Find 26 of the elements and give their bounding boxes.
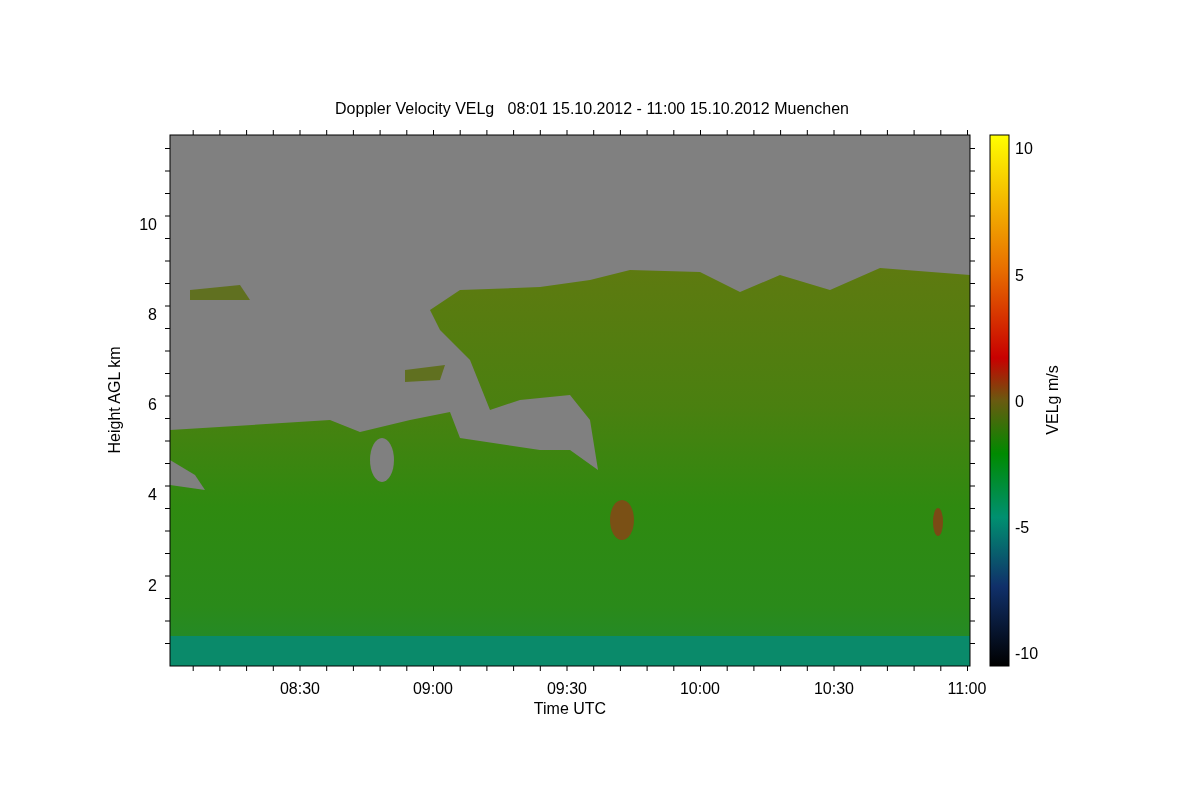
echo-fragment bbox=[190, 285, 250, 300]
x-tick-label: 09:30 bbox=[547, 680, 587, 697]
y-tick-label: 4 bbox=[148, 486, 157, 503]
colorbar-tick-label: -10 bbox=[1015, 645, 1039, 662]
x-axis-label: Time UTC bbox=[533, 700, 607, 717]
chart-title: Doppler Velocity VELg 08:01 15.10.2012 - 11:00 15.10.2012 Muenchen bbox=[335, 100, 849, 117]
y-tick-label: 6 bbox=[148, 396, 157, 413]
x-tick-label: 11:00 bbox=[947, 680, 987, 697]
x-tick-label: 08:30 bbox=[280, 680, 320, 697]
updraft-patch bbox=[933, 508, 943, 536]
no-signal-gap bbox=[170, 460, 205, 490]
y-axis-label: Height AGL km bbox=[106, 346, 123, 454]
colorbar-tick-label: 5 bbox=[1015, 267, 1024, 284]
x-tick-label: 09:00 bbox=[413, 680, 453, 697]
updraft-patch bbox=[610, 500, 634, 540]
x-tick-label: 10:30 bbox=[814, 680, 854, 697]
echo-fragment bbox=[405, 365, 445, 382]
colorbar-tick-label: 0 bbox=[1015, 393, 1024, 410]
x-tick-label: 10:00 bbox=[680, 680, 720, 697]
y-tick-label: 8 bbox=[148, 306, 157, 323]
y-tick-label: 2 bbox=[148, 577, 157, 594]
no-signal-gap bbox=[370, 438, 394, 482]
colorbar-label: VELg m/s bbox=[1044, 365, 1061, 435]
y-tick-label: 10 bbox=[139, 216, 157, 233]
colorbar-tick-label: 10 bbox=[1015, 140, 1033, 157]
colorbar-tick-label: -5 bbox=[1015, 519, 1030, 536]
